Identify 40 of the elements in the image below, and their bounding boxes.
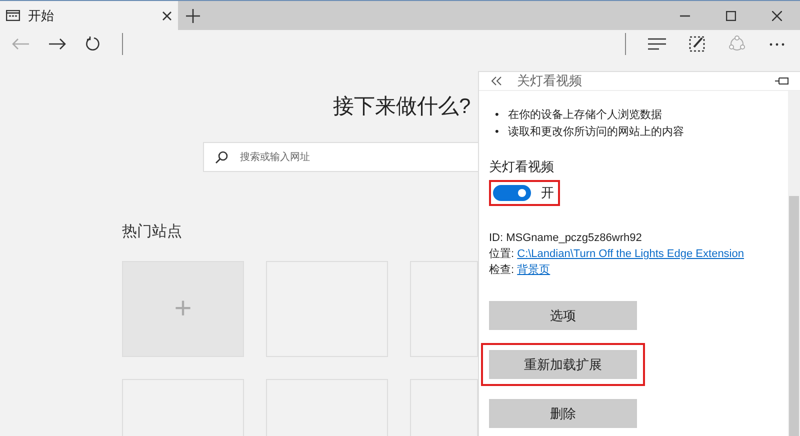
search-field[interactable]: 搜索或输入网址 [203, 142, 478, 172]
panel-button[interactable]: 重新加载扩展 [489, 350, 637, 379]
detail-link[interactable]: 背景页 [517, 264, 550, 276]
toggle-switch[interactable] [493, 185, 531, 201]
panel-title: 关灯看视频 [517, 72, 583, 90]
close-icon [772, 10, 782, 20]
permission-item: 读取和更改你所访问的网站上的内容 [508, 124, 684, 140]
detail-line: ID: MSGname_pczg5z86wrh92 [489, 231, 643, 246]
double-chevron-icon [490, 76, 502, 86]
toggle-label: 关灯看视频 [489, 158, 555, 176]
detail-line: 检查: 背景页 [489, 262, 552, 278]
scrollbar[interactable] [788, 91, 800, 436]
close-icon[interactable] [162, 10, 172, 20]
site-tile[interactable] [410, 261, 478, 357]
bullet-marker: • [495, 125, 499, 140]
maximize-icon [726, 10, 736, 20]
tab-title: 开始 [28, 6, 55, 24]
page-icon [6, 10, 20, 21]
panel-button[interactable]: 删除 [489, 399, 637, 428]
back-arrow-icon [12, 38, 30, 50]
more-icon [769, 42, 785, 46]
detail-line: 位置: C:\Landian\Turn Off the Lights Edge Extension [489, 247, 745, 262]
page-heading: 接下来做什么? [333, 94, 471, 120]
plus-icon [186, 8, 200, 22]
refresh-icon [85, 36, 101, 52]
forward-arrow-icon [48, 38, 66, 50]
permission-item: 在你的设备上存储个人浏览数据 [508, 108, 662, 123]
toggle-state: 开 [541, 184, 554, 202]
section-title: 热门站点 [122, 222, 182, 241]
share-icon [728, 35, 746, 53]
minimize-icon [680, 14, 690, 16]
browser-tab[interactable]: 开始 [0, 1, 178, 30]
detail-link[interactable]: C:\Landian\Turn Off the Lights Edge Extension [517, 248, 744, 260]
bullet-marker: • [495, 108, 499, 123]
pin-icon [775, 77, 789, 85]
panel-button[interactable]: 选项 [489, 301, 637, 330]
back-button[interactable] [489, 74, 503, 88]
lines-icon [648, 38, 666, 50]
pen-note-icon [689, 36, 705, 52]
search-icon [215, 151, 228, 164]
